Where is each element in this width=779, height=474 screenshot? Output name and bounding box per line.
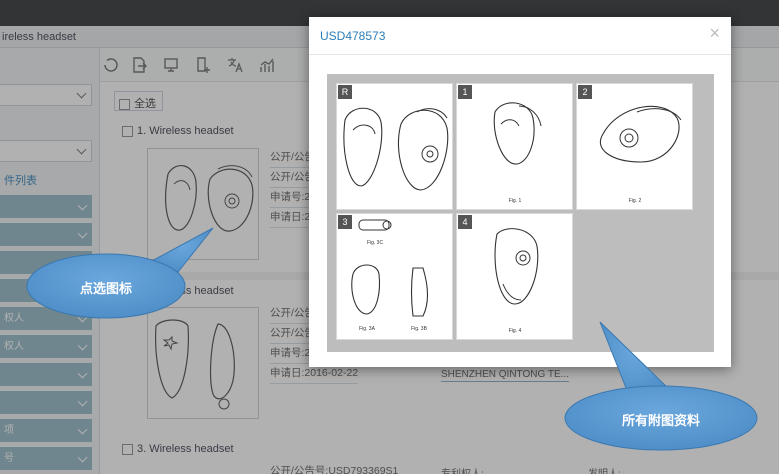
figure-badge: 1 [458, 85, 472, 99]
callout-text-all-figures: 所有附图资料 [621, 413, 700, 428]
screen: { "window": {"tab_title": "ireless heads… [0, 0, 779, 474]
figure-badge: 2 [578, 85, 592, 99]
callout-bubbles [26, 227, 758, 451]
figure-badge: R [338, 85, 352, 99]
figure-badge: 4 [458, 215, 472, 229]
callout-text-click-icon: 点选图标 [79, 281, 132, 296]
figure-badge: 3 [338, 215, 352, 229]
